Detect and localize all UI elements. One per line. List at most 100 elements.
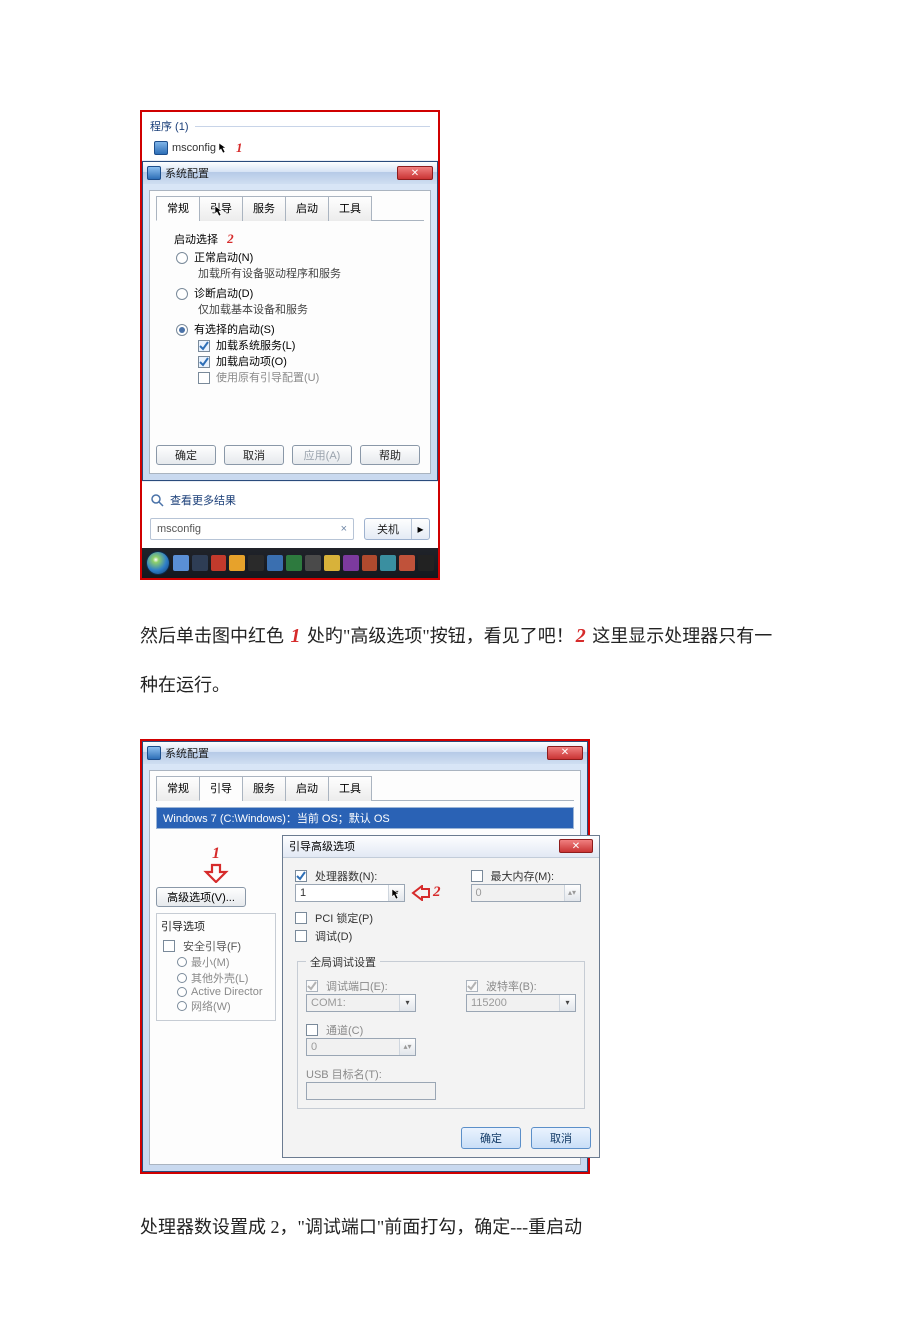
taskbar-icon[interactable] bbox=[286, 555, 302, 571]
check-baud[interactable] bbox=[466, 980, 478, 992]
tab-general[interactable]: 常规 bbox=[156, 776, 200, 801]
tab-startup[interactable]: 启动 bbox=[285, 776, 329, 801]
spinner-icon[interactable]: ▴▾ bbox=[399, 1039, 415, 1055]
tab-startup[interactable]: 启动 bbox=[285, 196, 329, 221]
annotation-2: 2 bbox=[411, 884, 441, 901]
taskbar-icon[interactable] bbox=[324, 555, 340, 571]
tab-tools[interactable]: 工具 bbox=[328, 776, 372, 801]
dropdown-icon[interactable]: ▾ bbox=[399, 995, 415, 1011]
check-use-original-boot[interactable] bbox=[198, 372, 210, 384]
check-debug-port[interactable] bbox=[306, 980, 318, 992]
tab-tools[interactable]: 工具 bbox=[328, 196, 372, 221]
search-input[interactable]: msconfig × bbox=[150, 518, 354, 540]
close-button[interactable]: ✕ bbox=[547, 746, 583, 760]
apply-button[interactable]: 应用(A) bbox=[292, 445, 352, 465]
debug-port-label: 调试端口(E): bbox=[326, 978, 388, 994]
radio-network[interactable] bbox=[177, 1001, 187, 1011]
start-result-msconfig[interactable]: msconfig 1 bbox=[150, 138, 430, 158]
taskbar-icon[interactable] bbox=[192, 555, 208, 571]
titlebar[interactable]: 系统配置 ✕ bbox=[143, 162, 437, 184]
boot-options-title: 引导选项 bbox=[161, 918, 269, 934]
check-processors[interactable] bbox=[295, 870, 307, 882]
taskbar-icon[interactable] bbox=[305, 555, 321, 571]
boot-entry[interactable]: Windows 7 (C:\Windows)：当前 OS；默认 OS bbox=[156, 807, 574, 829]
taskbar-icon[interactable] bbox=[173, 555, 189, 571]
window-icon bbox=[147, 166, 161, 180]
ok-button[interactable]: 确定 bbox=[461, 1127, 521, 1149]
window-icon bbox=[147, 746, 161, 760]
processors-select[interactable]: 1 ▾ bbox=[295, 884, 405, 902]
window-title: 系统配置 bbox=[165, 745, 209, 761]
usb-target-input[interactable] bbox=[306, 1082, 436, 1100]
taskbar bbox=[142, 548, 438, 578]
taskbar-icon[interactable] bbox=[248, 555, 264, 571]
processors-label: 处理器数(N): bbox=[315, 868, 377, 884]
check-load-startup[interactable] bbox=[198, 356, 210, 368]
radio-diagnostic[interactable] bbox=[176, 288, 188, 300]
usb-target-label: USB 目标名(T): bbox=[306, 1066, 382, 1082]
tab-services[interactable]: 服务 bbox=[242, 776, 286, 801]
annotation-1: 1 bbox=[236, 140, 243, 156]
check-channel[interactable] bbox=[306, 1024, 318, 1036]
channel-input[interactable]: 0 ▴▾ bbox=[306, 1038, 416, 1056]
channel-value: 0 bbox=[307, 1041, 399, 1053]
body-paragraph-1: 然后单击图中红色 1 处旳"高级选项"按钮，看见了吧！2 这里显示处理器只有一种… bbox=[140, 610, 780, 709]
maxmem-input[interactable]: 0 ▴▾ bbox=[471, 884, 581, 902]
start-menu-results: 程序 (1) msconfig 1 bbox=[142, 112, 438, 161]
tab-general[interactable]: 常规 bbox=[156, 196, 200, 221]
cancel-button[interactable]: 取消 bbox=[224, 445, 284, 465]
debug-port-select[interactable]: COM1: ▾ bbox=[306, 994, 416, 1012]
check-pci-lock[interactable] bbox=[295, 912, 307, 924]
tabs: 常规 引导 服务 启动 工具 bbox=[156, 195, 424, 221]
tab-services[interactable]: 服务 bbox=[242, 196, 286, 221]
taskbar-icon[interactable] bbox=[399, 555, 415, 571]
diag-sub: 仅加载基本设备和服务 bbox=[198, 303, 424, 317]
check-maxmem[interactable] bbox=[471, 870, 483, 882]
inner-titlebar[interactable]: 引导高级选项 ✕ bbox=[283, 836, 599, 858]
cursor-icon bbox=[218, 142, 230, 154]
taskbar-icon[interactable] bbox=[362, 555, 378, 571]
cancel-button[interactable]: 取消 bbox=[531, 1127, 591, 1149]
shutdown-button[interactable]: 关机 ▸ bbox=[364, 518, 430, 540]
radio-normal-label: 正常启动(N) bbox=[194, 251, 253, 265]
check-load-startup-label: 加载启动项(O) bbox=[216, 355, 287, 369]
shutdown-arrow[interactable]: ▸ bbox=[411, 519, 429, 539]
annotation-1: 1 bbox=[156, 845, 276, 883]
processors-value: 1 bbox=[296, 887, 388, 899]
radio-altshell[interactable] bbox=[177, 973, 187, 983]
baud-select[interactable]: 115200 ▾ bbox=[466, 994, 576, 1012]
clear-icon[interactable]: × bbox=[341, 523, 347, 535]
taskbar-icon[interactable] bbox=[380, 555, 396, 571]
taskbar-icon[interactable] bbox=[267, 555, 283, 571]
taskbar-icon[interactable] bbox=[211, 555, 227, 571]
titlebar[interactable]: 系统配置 ✕ bbox=[143, 742, 587, 764]
check-safe-boot[interactable] bbox=[163, 940, 175, 952]
debug-port-value: COM1: bbox=[307, 997, 399, 1009]
radio-min[interactable] bbox=[177, 957, 187, 967]
radio-normal[interactable] bbox=[176, 252, 188, 264]
check-load-services[interactable] bbox=[198, 340, 210, 352]
maxmem-label: 最大内存(M): bbox=[491, 868, 555, 884]
close-button[interactable]: ✕ bbox=[559, 839, 593, 853]
spinner-icon[interactable]: ▴▾ bbox=[564, 885, 580, 901]
search-value: msconfig bbox=[157, 523, 201, 535]
global-debug-group: 全局调试设置 调试端口(E): bbox=[297, 954, 585, 1109]
close-button[interactable]: ✕ bbox=[397, 166, 433, 180]
shutdown-label: 关机 bbox=[365, 519, 411, 539]
radio-ad[interactable] bbox=[177, 987, 187, 997]
inline-annot-2: 2 bbox=[574, 625, 588, 647]
advanced-options-button[interactable]: 高级选项(V)... bbox=[156, 887, 246, 907]
boot-advanced-dialog: 引导高级选项 ✕ 处理器数(N): bbox=[282, 835, 600, 1158]
taskbar-icon[interactable] bbox=[343, 555, 359, 571]
start-orb[interactable] bbox=[146, 551, 170, 575]
screenshot-2: 系统配置 ✕ 常规 引导 服务 启动 工具 Windows 7 (C:\Wind… bbox=[140, 739, 590, 1174]
dropdown-icon[interactable]: ▾ bbox=[559, 995, 575, 1011]
help-button[interactable]: 帮助 bbox=[360, 445, 420, 465]
taskbar-icon[interactable] bbox=[229, 555, 245, 571]
taskbar-icon[interactable] bbox=[418, 555, 434, 571]
tab-boot[interactable]: 引导 bbox=[199, 776, 243, 801]
ok-button[interactable]: 确定 bbox=[156, 445, 216, 465]
radio-selective[interactable] bbox=[176, 324, 188, 336]
check-debug[interactable] bbox=[295, 930, 307, 942]
see-more-results[interactable]: 查看更多结果 bbox=[142, 481, 438, 514]
